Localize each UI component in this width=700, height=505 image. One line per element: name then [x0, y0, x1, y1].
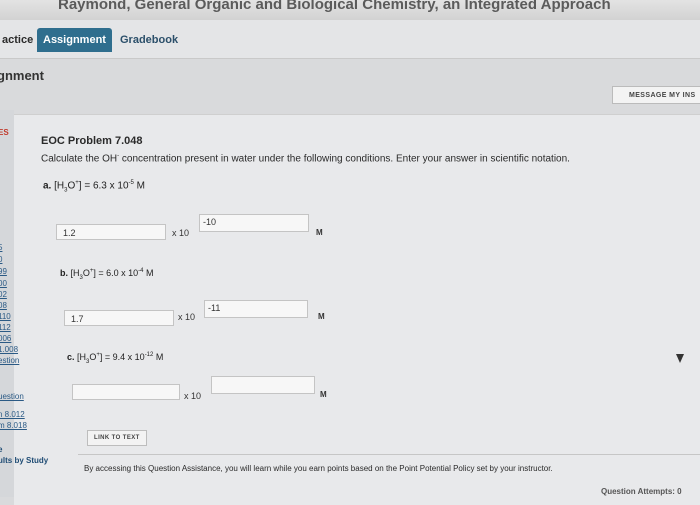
part-c-exponent-input[interactable] — [211, 376, 315, 394]
question-assistance-note: By accessing this Question Assistance, y… — [84, 464, 553, 473]
sidebar-item[interactable]: uestion — [0, 392, 24, 401]
part-c-unit: M — [320, 390, 327, 399]
sidebar-item[interactable]: 006 — [0, 334, 11, 343]
part-c-times-ten: x 10 — [184, 391, 202, 401]
sidebar-item[interactable]: 00 — [0, 279, 7, 288]
mouse-cursor-icon — [676, 354, 684, 363]
part-b-coefficient-input[interactable]: 1.7 — [64, 310, 174, 326]
part-b-exponent-input[interactable]: -11 — [204, 300, 308, 318]
sidebar-item[interactable]: 08 — [0, 301, 7, 310]
problem-instructions: Calculate the OH- concentration present … — [41, 153, 570, 165]
sidebar-item[interactable]: 112 — [0, 323, 11, 332]
question-attempts: Question Attempts: 0 — [601, 487, 682, 496]
sidebar-item[interactable]: 99 — [0, 267, 7, 276]
part-c-prompt: c. [H3O+] = 9.4 x 10-12 M — [67, 352, 164, 365]
app-title: Raymond, General Organic and Biological … — [58, 0, 611, 13]
sidebar-item[interactable]: 110 — [0, 312, 11, 321]
tab-practice[interactable]: actice — [0, 28, 39, 52]
part-a-exponent-input[interactable]: -10 — [199, 214, 309, 232]
sidebar-item[interactable]: 0 — [0, 255, 2, 264]
sidebar-item[interactable]: 5 — [0, 243, 2, 252]
part-b-unit: M — [318, 312, 325, 321]
tab-bar: actice Assignment Gradebook — [0, 20, 700, 59]
divider — [78, 454, 700, 455]
part-a-coefficient-input[interactable]: 1.2 — [56, 224, 166, 240]
message-instructor-button[interactable]: MESSAGE MY INS — [612, 86, 700, 104]
part-c-coefficient-input[interactable] — [72, 384, 180, 400]
link-to-text-button[interactable]: LINK TO TEXT — [87, 430, 147, 446]
tab-assignment[interactable]: Assignment — [37, 28, 112, 52]
sidebar-heading: ES — [0, 128, 9, 137]
sidebar-item[interactable]: n 8.012 — [0, 410, 25, 419]
section-title: gnment — [0, 68, 44, 83]
sidebar-item[interactable]: 1.008 — [0, 345, 18, 354]
sidebar-item[interactable]: 02 — [0, 290, 7, 299]
sidebar-item[interactable]: estion — [0, 356, 19, 365]
sidebar-item-results-by-study[interactable]: ults by Study — [0, 456, 48, 465]
part-a-times-ten: x 10 — [172, 228, 190, 238]
part-a-prompt: a. [H3O+] = 6.3 x 10-5 M — [43, 180, 145, 194]
part-b-times-ten: x 10 — [178, 312, 196, 322]
sidebar-item: e — [0, 445, 3, 454]
tab-gradebook[interactable]: Gradebook — [114, 28, 184, 52]
sidebar-item[interactable]: m 8.018 — [0, 421, 27, 430]
part-a-unit: M — [316, 228, 323, 237]
title-bar: Raymond, General Organic and Biological … — [0, 0, 700, 20]
part-b-prompt: b. [H3O+] = 6.0 x 10-4 M — [60, 268, 154, 281]
problem-title: EOC Problem 7.048 — [41, 135, 143, 147]
